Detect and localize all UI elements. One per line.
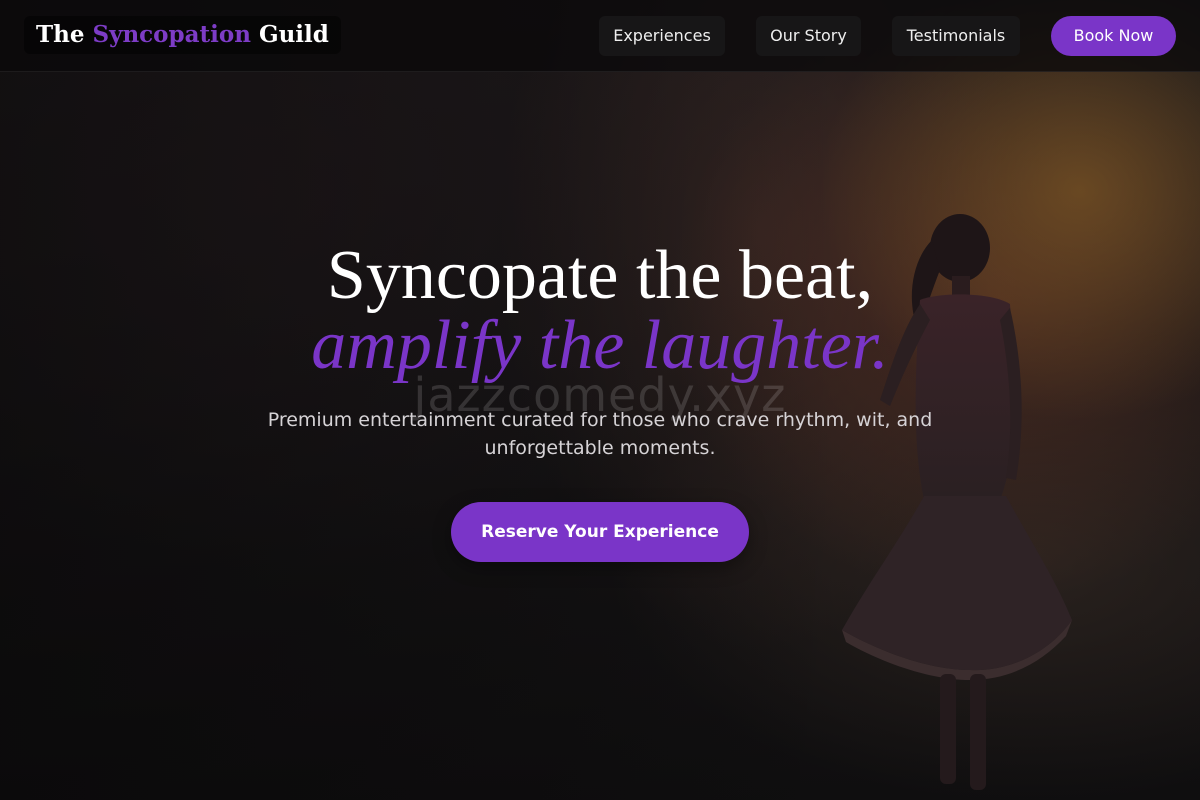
page: The Syncopation Guild Experiences Our St…: [0, 0, 1200, 800]
top-navbar: The Syncopation Guild Experiences Our St…: [0, 0, 1200, 72]
book-now-button[interactable]: Book Now: [1051, 16, 1176, 56]
nav-link-experiences[interactable]: Experiences: [599, 16, 725, 56]
hero-headline-line-1: Syncopate the beat,: [326, 237, 874, 314]
hero-subtext: Premium entertainment curated for those …: [267, 409, 933, 459]
hero-headline-line-2: amplify the laughter.: [311, 307, 889, 384]
nav-link-our-story[interactable]: Our Story: [756, 16, 861, 56]
logo-text-the: The: [36, 21, 93, 48]
site-logo[interactable]: The Syncopation Guild: [24, 16, 341, 54]
logo-text-syncopation: Syncopation: [92, 21, 251, 48]
nav-link-testimonials[interactable]: Testimonials: [892, 16, 1020, 56]
logo-text-guild: Guild: [250, 21, 329, 48]
reserve-experience-button[interactable]: Reserve Your Experience: [451, 502, 749, 562]
